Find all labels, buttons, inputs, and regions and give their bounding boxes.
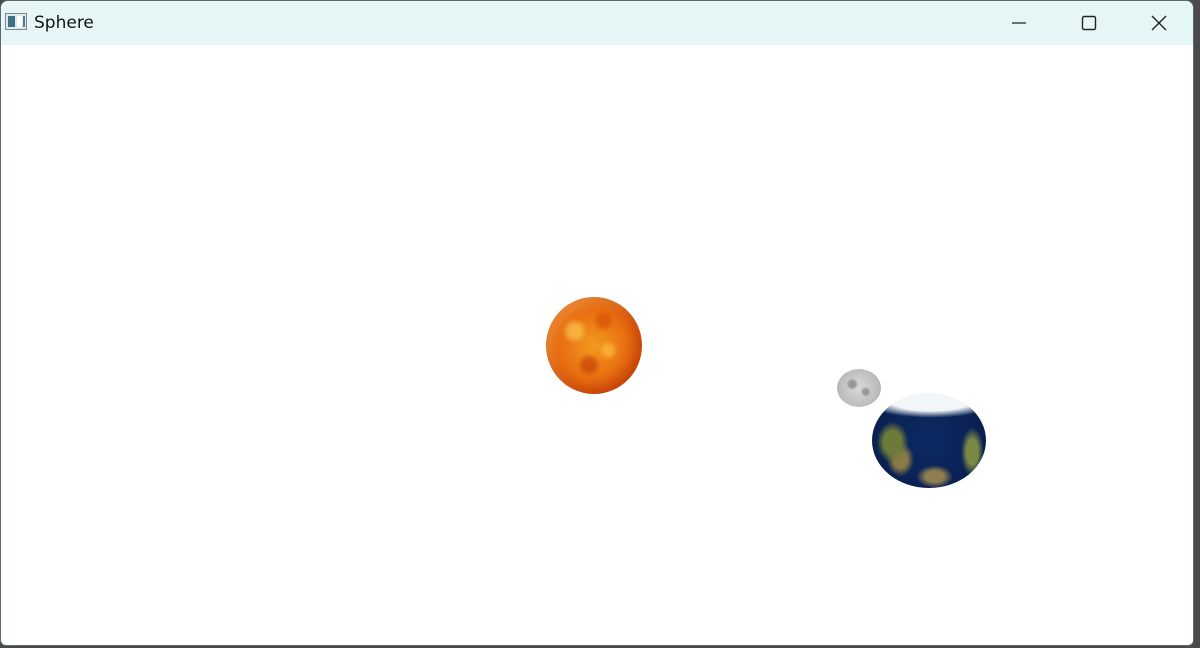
maximize-button[interactable] xyxy=(1054,1,1124,45)
close-button[interactable] xyxy=(1124,1,1193,45)
app-icon[interactable] xyxy=(5,13,27,30)
window-title: Sphere xyxy=(34,13,94,33)
app-window: Sphere xyxy=(0,0,1194,646)
render-viewport[interactable] xyxy=(1,45,1193,645)
earth-sphere xyxy=(872,393,986,488)
title-bar[interactable]: Sphere xyxy=(1,1,1193,45)
maximize-icon xyxy=(1081,15,1097,31)
sun-sphere xyxy=(546,297,642,394)
close-icon xyxy=(1151,15,1167,31)
moon-sphere xyxy=(837,369,881,407)
minimize-button[interactable] xyxy=(984,1,1054,45)
minimize-icon xyxy=(1012,22,1026,24)
